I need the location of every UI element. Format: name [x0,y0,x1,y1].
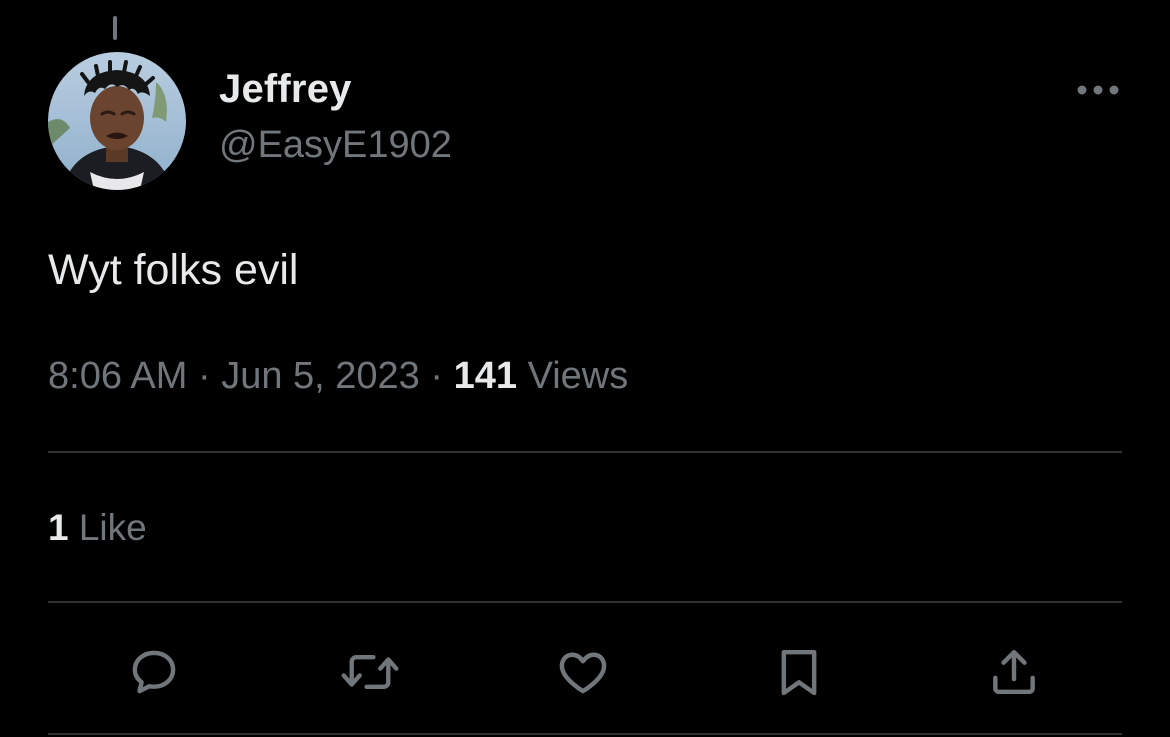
divider [48,601,1122,603]
more-options-button[interactable] [1070,72,1126,108]
tweet-date[interactable]: Jun 5, 2023 [221,355,420,397]
reply-button[interactable] [122,640,186,704]
profile-photo [48,52,186,190]
tweet-time[interactable]: 8:06 AM [48,355,187,397]
share-icon [993,649,1035,695]
likes-count: 1 [48,507,69,548]
tweet-meta: 8:06 AM · Jun 5, 2023 · 141 Views [48,353,628,399]
like-button[interactable] [551,640,615,704]
meta-separator: · [430,355,444,397]
bookmark-button[interactable] [767,640,831,704]
views-label: Views [527,355,629,397]
avatar[interactable] [48,52,186,190]
thread-connector-line [113,16,117,40]
divider [48,451,1122,453]
bookmark-icon [781,649,817,696]
like-icon [559,652,607,694]
tweet-text: Wyt folks evil [48,246,299,294]
retweet-button[interactable] [338,640,402,704]
meta-separator: · [197,355,211,397]
author-display-name[interactable]: Jeffrey [219,66,352,112]
more-horizontal-icon [1077,85,1119,95]
divider [48,733,1122,735]
share-button[interactable] [982,640,1046,704]
views-count: 141 [453,355,517,397]
author-handle[interactable]: @EasyE1902 [219,122,452,168]
likes-summary[interactable]: 1 Like [48,505,147,551]
likes-label: Like [78,507,147,548]
retweet-icon [341,654,399,690]
reply-icon [132,650,176,694]
